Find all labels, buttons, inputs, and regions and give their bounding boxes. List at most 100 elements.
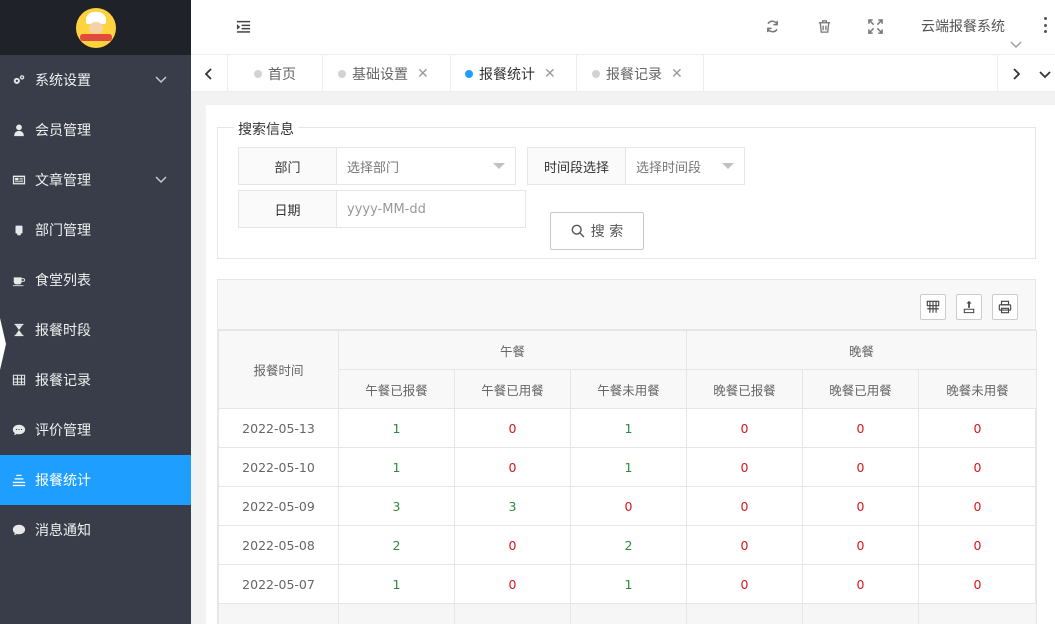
sidebar-item-label: 报餐统计 (35, 473, 91, 489)
cell-lunch-not-eaten: 1 (570, 447, 687, 487)
sidebar-item-label: 报餐时段 (35, 323, 91, 339)
sidebar-item-system-settings[interactable]: 系统设置 (0, 55, 191, 105)
tab-label: 首页 (268, 66, 296, 83)
sidebar-item-label: 文章管理 (35, 173, 91, 189)
cell-date: 2022-05-07 (218, 564, 339, 604)
period-field: 时间段选择 选择时间段 (527, 147, 745, 185)
header-dinner-reported[interactable]: 晚餐已报餐 (686, 369, 803, 409)
sidebar-item-label: 会员管理 (35, 123, 91, 139)
more-vertical-icon[interactable] (1044, 17, 1048, 33)
cell-lunch-reported: 1 (338, 408, 455, 448)
close-icon[interactable]: ✕ (671, 66, 683, 82)
message-icon (11, 523, 27, 537)
cell-lunch-eaten: 0 (454, 447, 571, 487)
cell-lunch-eaten: 0 (454, 525, 571, 565)
hourglass-icon (11, 323, 27, 337)
meal-statistics-table: 报餐时间 午餐 晚餐 午餐已报餐 午餐已用餐 午餐未用餐 晚餐已报餐 晚餐已用餐… (218, 330, 1037, 624)
cell-dinner-not-eaten: 0 (918, 525, 1037, 565)
sidebar-item-meal-statistics[interactable]: 报餐统计 (0, 455, 191, 505)
sidebar-item-label: 评价管理 (35, 423, 91, 439)
print-icon[interactable] (992, 294, 1018, 320)
cell-lunch-reported: 2 (338, 525, 455, 565)
tab-dot (592, 69, 600, 78)
table-row: 2022-05-07 1 0 1 0 0 0 (218, 564, 1037, 604)
tab-label: 基础设置 (352, 66, 408, 83)
sidebar-nav: 系统设置 会员管理 文章管理 部门管理 食堂列表 报餐时段 报餐记录 评价管理 … (0, 55, 191, 555)
period-select[interactable]: 选择时间段 (626, 147, 745, 185)
chevron-down-icon[interactable] (1010, 38, 1022, 48)
cell-dinner-not-eaten: 0 (918, 408, 1037, 448)
cell-dinner-eaten: 0 (802, 564, 919, 604)
sidebar-item-articles[interactable]: 文章管理 (0, 155, 191, 205)
sidebar-item-canteens[interactable]: 食堂列表 (0, 255, 191, 305)
tabs-next-icon[interactable] (997, 55, 1034, 92)
cell-lunch-reported: 1 (338, 564, 455, 604)
sidebar-item-meal-periods[interactable]: 报餐时段 (0, 305, 191, 355)
date-label: 日期 (238, 190, 337, 228)
tab-meal-records[interactable]: 报餐记录 ✕ (577, 55, 704, 92)
header-lunch-eaten[interactable]: 午餐已用餐 (454, 369, 571, 409)
menu-toggle-icon[interactable] (234, 17, 252, 35)
top-header: 云端报餐系统 (191, 0, 1055, 55)
close-icon[interactable]: ✕ (544, 66, 556, 82)
cell-dinner-reported: 0 (686, 564, 803, 604)
cell-date: 2022-05-13 (218, 408, 339, 448)
list-icon (11, 473, 27, 487)
logo-area (0, 0, 191, 55)
sidebar-item-label: 食堂列表 (35, 273, 91, 289)
sidebar-item-label: 系统设置 (35, 73, 91, 89)
cell-lunch-not-eaten: 0 (570, 486, 687, 526)
header-lunch-reported[interactable]: 午餐已报餐 (338, 369, 455, 409)
department-label: 部门 (238, 147, 337, 185)
fullscreen-icon[interactable] (866, 17, 884, 35)
sidebar-item-label: 部门管理 (35, 223, 91, 239)
user-icon (11, 123, 27, 137)
cell-lunch-eaten: 0 (454, 564, 571, 604)
sidebar-item-departments[interactable]: 部门管理 (0, 205, 191, 255)
tab-basic-settings[interactable]: 基础设置 ✕ (323, 55, 451, 92)
tab-dot (338, 69, 346, 78)
column-filter-icon[interactable] (920, 294, 946, 320)
search-button[interactable]: 搜 索 (550, 212, 644, 250)
sidebar-shrink-handle[interactable] (0, 318, 6, 370)
statistics-table-panel: 报餐时间 午餐 晚餐 午餐已报餐 午餐已用餐 午餐未用餐 晚餐已报餐 晚餐已用餐… (217, 279, 1037, 624)
sidebar-item-label: 消息通知 (35, 523, 91, 539)
cell-lunch-eaten: 0 (454, 408, 571, 448)
period-label: 时间段选择 (527, 147, 626, 185)
sidebar-item-meal-records[interactable]: 报餐记录 (0, 355, 191, 405)
tab-dot (465, 69, 473, 78)
tabs-menu-chevron-icon[interactable] (1034, 55, 1055, 92)
sidebar-item-label: 报餐记录 (35, 373, 91, 389)
cell-dinner-reported: 0 (686, 486, 803, 526)
sidebar-item-reviews[interactable]: 评价管理 (0, 405, 191, 455)
date-input[interactable]: yyyy-MM-dd (337, 190, 526, 228)
cell-dinner-eaten: 0 (802, 486, 919, 526)
search-legend: 搜索信息 (234, 119, 298, 139)
department-icon (11, 223, 27, 237)
caret-down-icon (493, 163, 505, 169)
period-select-value: 选择时间段 (636, 160, 702, 176)
header-dinner-not-eaten[interactable]: 晚餐未用餐 (918, 369, 1037, 409)
cell-dinner-not-eaten: 0 (918, 564, 1037, 604)
tab-dot (254, 69, 262, 78)
sidebar-item-members[interactable]: 会员管理 (0, 105, 191, 155)
export-icon[interactable] (956, 294, 982, 320)
search-panel: 搜索信息 部门 选择部门 时间段选择 选择时间段 日期 yyyy-MM-dd 搜… (217, 119, 1036, 259)
table-row-partial (218, 603, 1037, 624)
tab-meal-statistics[interactable]: 报餐统计 ✕ (451, 55, 577, 92)
refresh-icon[interactable] (763, 17, 781, 35)
close-icon[interactable]: ✕ (417, 66, 429, 82)
article-icon (11, 173, 27, 187)
header-dinner-eaten[interactable]: 晚餐已用餐 (802, 369, 919, 409)
cell-date: 2022-05-10 (218, 447, 339, 487)
sidebar-item-notifications[interactable]: 消息通知 (0, 505, 191, 555)
trash-icon[interactable] (815, 17, 833, 35)
tabs-prev-icon[interactable] (191, 55, 228, 92)
header-lunch-not-eaten[interactable]: 午餐未用餐 (570, 369, 687, 409)
system-name[interactable]: 云端报餐系统 (921, 16, 1005, 36)
main-content: 搜索信息 部门 选择部门 时间段选择 选择时间段 日期 yyyy-MM-dd 搜… (206, 105, 1055, 624)
department-select[interactable]: 选择部门 (337, 147, 516, 185)
header-meal-date[interactable]: 报餐时间 (218, 330, 339, 409)
tab-home[interactable]: 首页 (228, 55, 323, 92)
tab-label: 报餐记录 (606, 66, 662, 83)
